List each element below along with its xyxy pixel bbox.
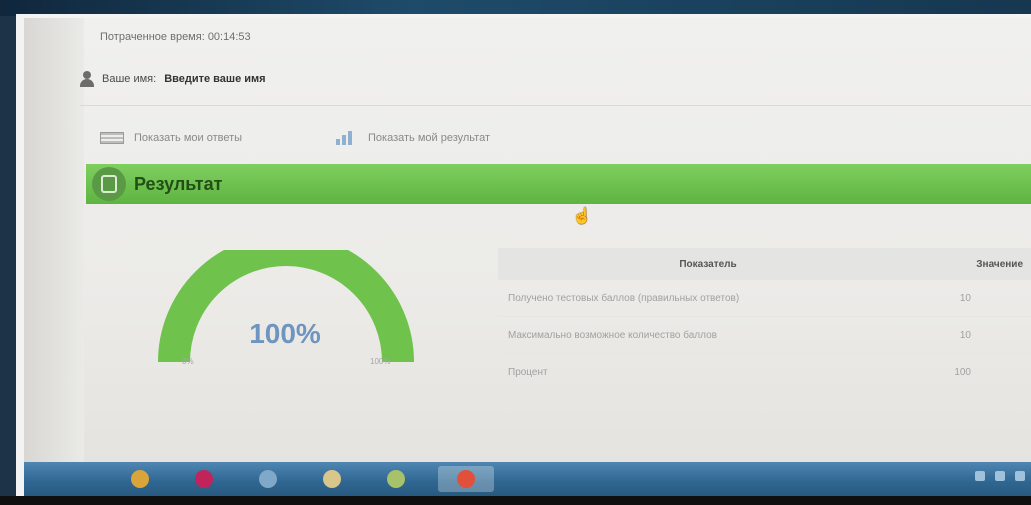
show-answers-label: Показать мои ответы (134, 132, 243, 144)
bar-chart-icon (336, 131, 358, 145)
row-indicator: Процент (508, 366, 548, 378)
results-table: Показатель Значение Получено тестовых ба… (498, 248, 1031, 391)
page-left-margin (24, 18, 84, 466)
app-icon (387, 470, 405, 488)
result-header-bar: Результат (86, 164, 1031, 204)
row-value: 10 (959, 292, 971, 304)
taskbar-app[interactable] (376, 466, 416, 492)
photo-bottom (0, 496, 1031, 505)
table-row: Процент 100 (498, 354, 1031, 391)
show-result-label: Показать мой результат (368, 132, 490, 144)
people-icon (259, 470, 277, 488)
tray-volume-icon (1015, 471, 1025, 481)
certificate-icon (101, 175, 117, 193)
yandex-icon (457, 470, 475, 488)
row-indicator: Максимально возможное количество баллов (508, 329, 717, 341)
chrome-icon (131, 470, 149, 488)
folder-icon (323, 470, 341, 488)
divider (80, 105, 1031, 106)
tray-network-icon (995, 471, 1005, 481)
show-answers-link[interactable]: Показать мои ответы (100, 128, 242, 148)
user-name: Введите ваше имя (164, 73, 266, 85)
tray-flag-icon (975, 471, 985, 481)
taskbar-opera[interactable] (184, 466, 224, 492)
gauge-max-label: 100% (370, 357, 391, 366)
taskbar-chrome[interactable] (120, 466, 160, 492)
gauge-value: 100% (249, 318, 321, 349)
row-value: 10 (959, 329, 971, 341)
row-indicator: Получено тестовых баллов (правильных отв… (508, 292, 740, 304)
taskbar (24, 462, 1031, 496)
table-header: Показатель Значение (498, 248, 1031, 280)
taskbar-yandex[interactable] (438, 466, 494, 492)
result-badge (92, 167, 126, 201)
system-tray[interactable] (975, 471, 1025, 481)
result-title: Результат (134, 173, 223, 194)
taskbar-people[interactable] (248, 466, 288, 492)
mouse-cursor-icon: ☝ (572, 208, 592, 225)
show-result-link[interactable]: Показать мой результат (336, 128, 490, 148)
taskbar-folder[interactable] (312, 466, 352, 492)
opera-icon (195, 470, 213, 488)
user-icon (80, 71, 94, 87)
column-header-indicator: Показатель (679, 258, 737, 270)
user-line: Ваше имя: Введите ваше имя (80, 69, 266, 89)
elapsed-time-text: Потраченное время: 00:14:53 (100, 31, 251, 43)
row-value: 100 (954, 366, 971, 378)
table-row: Максимально возможное количество баллов … (498, 317, 1031, 354)
table-row: Получено тестовых баллов (правильных отв… (498, 280, 1031, 317)
gauge-min-label: 0% (182, 357, 194, 366)
list-icon (100, 132, 124, 144)
user-label: Ваше имя: (102, 73, 157, 85)
column-header-value: Значение (976, 258, 1023, 270)
